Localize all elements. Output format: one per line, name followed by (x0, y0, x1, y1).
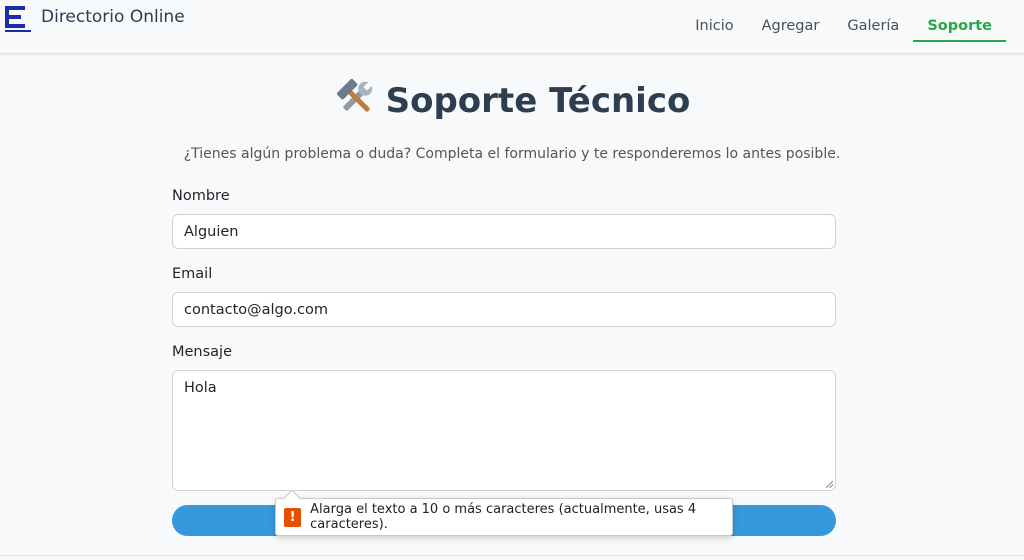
page-title-row: Soporte Técnico (0, 76, 1024, 129)
footer-divider (0, 555, 1024, 556)
nav-item-agregar[interactable]: Agregar (748, 18, 834, 42)
nav-links: Inicio Agregar Galería Soporte (681, 0, 1006, 42)
message-label: Mensaje (172, 344, 233, 360)
name-input-value: Alguien (184, 223, 239, 240)
email-label: Email (172, 266, 213, 282)
nav-item-galeria[interactable]: Galería (833, 18, 913, 42)
brand[interactable]: Directorio Online (5, 6, 185, 34)
directorio-logo (5, 6, 31, 34)
brand-title: Directorio Online (41, 7, 185, 27)
resize-handle-icon[interactable] (826, 481, 833, 488)
validation-message: Alarga el texto a 10 o más caracteres (a… (310, 502, 697, 532)
name-input[interactable]: Alguien (172, 214, 836, 249)
name-label: Nombre (172, 188, 230, 204)
message-textarea-value: Hola (184, 380, 217, 396)
email-input[interactable]: contacto@algo.com (172, 292, 836, 327)
page-title: Soporte Técnico (385, 81, 691, 121)
tooltip-arrow (283, 489, 301, 507)
page-subtitle: ¿Tienes algún problema o duda? Completa … (183, 146, 841, 162)
nav-item-soporte[interactable]: Soporte (913, 18, 1006, 42)
warning-icon: ! (284, 507, 302, 527)
navbar: Directorio Online Inicio Agregar Galería… (0, 0, 1024, 54)
nav-item-inicio[interactable]: Inicio (681, 18, 747, 42)
message-textarea[interactable]: Hola (172, 370, 836, 491)
tools-icon (334, 76, 378, 129)
validation-tooltip: ! Alarga el texto a 10 o más caracteres … (275, 489, 733, 536)
email-input-value: contacto@algo.com (184, 301, 328, 318)
